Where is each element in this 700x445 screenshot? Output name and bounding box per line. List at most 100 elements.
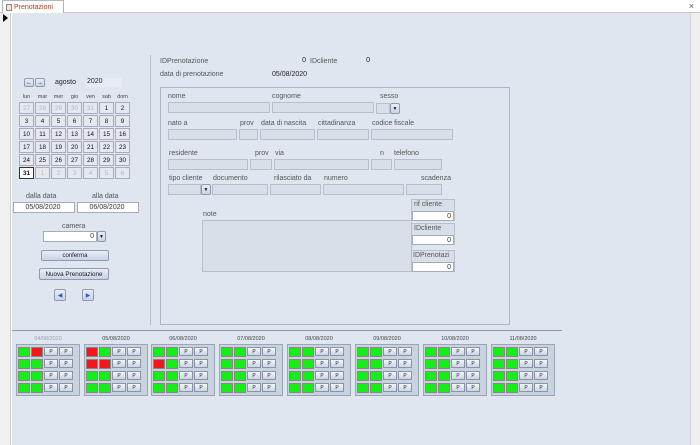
room-free-indicator[interactable] (31, 358, 43, 369)
room-free-indicator[interactable] (289, 382, 301, 393)
room-p-button[interactable]: P (179, 359, 193, 368)
calendar-day[interactable]: 28 (83, 154, 98, 166)
codice-fiscale-field[interactable] (371, 129, 453, 140)
numero-civico-field[interactable] (371, 159, 392, 170)
room-free-indicator[interactable] (31, 370, 43, 381)
room-p-button[interactable]: P (262, 347, 276, 356)
calendar-day[interactable]: 21 (83, 141, 98, 153)
sesso-combobox[interactable] (376, 103, 390, 114)
room-p-button[interactable]: P (44, 359, 58, 368)
telefono-field[interactable] (394, 159, 442, 170)
room-p-button[interactable]: P (59, 347, 73, 356)
calendar-day[interactable]: 5 (51, 115, 66, 127)
calendar-day[interactable]: 29 (99, 154, 114, 166)
vertical-scrollbar[interactable] (690, 13, 700, 445)
nato-a-field[interactable] (168, 129, 237, 140)
room-free-indicator[interactable] (289, 358, 301, 369)
room-p-button[interactable]: P (383, 359, 397, 368)
room-p-button[interactable]: P (398, 371, 412, 380)
room-p-button[interactable]: P (127, 371, 141, 380)
room-p-button[interactable]: P (127, 359, 141, 368)
room-p-button[interactable]: P (534, 383, 548, 392)
room-occupied-indicator[interactable] (86, 358, 98, 369)
room-free-indicator[interactable] (289, 370, 301, 381)
room-p-button[interactable]: P (247, 371, 261, 380)
nome-field[interactable] (168, 102, 270, 113)
room-p-button[interactable]: P (127, 383, 141, 392)
calendar-day[interactable]: 15 (99, 128, 114, 140)
documento-field[interactable] (212, 184, 268, 195)
data-nascita-field[interactable] (260, 129, 315, 140)
room-p-button[interactable]: P (179, 371, 193, 380)
room-p-button[interactable]: P (451, 359, 465, 368)
room-p-button[interactable]: P (194, 347, 208, 356)
room-p-button[interactable]: P (194, 371, 208, 380)
room-free-indicator[interactable] (493, 358, 505, 369)
dalla-data-field[interactable]: 05/08/2020 (13, 202, 75, 213)
calendar-day[interactable]: 3 (19, 115, 34, 127)
next-arrow-icon[interactable]: ▶ (82, 289, 94, 301)
room-free-indicator[interactable] (438, 382, 450, 393)
room-free-indicator[interactable] (302, 358, 314, 369)
room-p-button[interactable]: P (398, 347, 412, 356)
room-free-indicator[interactable] (506, 358, 518, 369)
room-free-indicator[interactable] (370, 346, 382, 357)
room-free-indicator[interactable] (357, 370, 369, 381)
calendar-day[interactable]: 12 (51, 128, 66, 140)
room-free-indicator[interactable] (234, 370, 246, 381)
room-free-indicator[interactable] (425, 358, 437, 369)
calendar-day[interactable]: 27 (19, 102, 34, 114)
calendar-day[interactable]: 1 (99, 102, 114, 114)
room-p-button[interactable]: P (315, 359, 329, 368)
room-free-indicator[interactable] (234, 346, 246, 357)
room-p-button[interactable]: P (315, 347, 329, 356)
room-p-button[interactable]: P (59, 383, 73, 392)
calendar-day[interactable]: 2 (51, 167, 66, 179)
room-p-button[interactable]: P (466, 371, 480, 380)
prov-residenza-field[interactable] (250, 159, 272, 170)
room-p-button[interactable]: P (519, 347, 533, 356)
calendar-day[interactable]: 17 (19, 141, 34, 153)
room-p-button[interactable]: P (194, 359, 208, 368)
room-free-indicator[interactable] (357, 382, 369, 393)
room-free-indicator[interactable] (357, 346, 369, 357)
room-p-button[interactable]: P (44, 371, 58, 380)
tipo-cliente-chevron-down-icon[interactable]: ▼ (201, 184, 211, 195)
calendar-day[interactable]: 30 (67, 102, 82, 114)
calendar-day[interactable]: 8 (99, 115, 114, 127)
room-free-indicator[interactable] (425, 382, 437, 393)
calendar-day[interactable]: 18 (35, 141, 50, 153)
calendar-day[interactable]: 20 (67, 141, 82, 153)
calendar-day[interactable]: 31 (19, 167, 34, 179)
room-p-button[interactable]: P (112, 359, 126, 368)
room-p-button[interactable]: P (247, 359, 261, 368)
room-p-button[interactable]: P (262, 359, 276, 368)
sesso-chevron-down-icon[interactable]: ▼ (390, 103, 400, 114)
room-occupied-indicator[interactable] (31, 346, 43, 357)
room-p-button[interactable]: P (451, 371, 465, 380)
room-p-button[interactable]: P (179, 347, 193, 356)
room-p-button[interactable]: P (44, 347, 58, 356)
room-p-button[interactable]: P (383, 371, 397, 380)
room-free-indicator[interactable] (234, 358, 246, 369)
room-p-button[interactable]: P (398, 359, 412, 368)
via-field[interactable] (274, 159, 369, 170)
room-free-indicator[interactable] (221, 346, 233, 357)
calendar-day[interactable]: 16 (115, 128, 130, 140)
calendar-day[interactable]: 29 (51, 102, 66, 114)
room-p-button[interactable]: P (315, 383, 329, 392)
room-p-button[interactable]: P (534, 359, 548, 368)
data-prenotazione-field[interactable]: 05/08/2020 (272, 71, 307, 78)
room-free-indicator[interactable] (166, 358, 178, 369)
room-p-button[interactable]: P (194, 383, 208, 392)
room-p-button[interactable]: P (262, 371, 276, 380)
record-selector[interactable] (0, 13, 11, 445)
close-icon[interactable]: × (689, 1, 694, 11)
room-free-indicator[interactable] (506, 382, 518, 393)
cognome-field[interactable] (272, 102, 374, 113)
calendar-day[interactable]: 13 (67, 128, 82, 140)
calendar-day[interactable]: 27 (67, 154, 82, 166)
room-free-indicator[interactable] (506, 346, 518, 357)
calendar-day[interactable]: 25 (35, 154, 50, 166)
nuova-prenotazione-button[interactable]: Nuova Prenotazione (39, 268, 109, 280)
